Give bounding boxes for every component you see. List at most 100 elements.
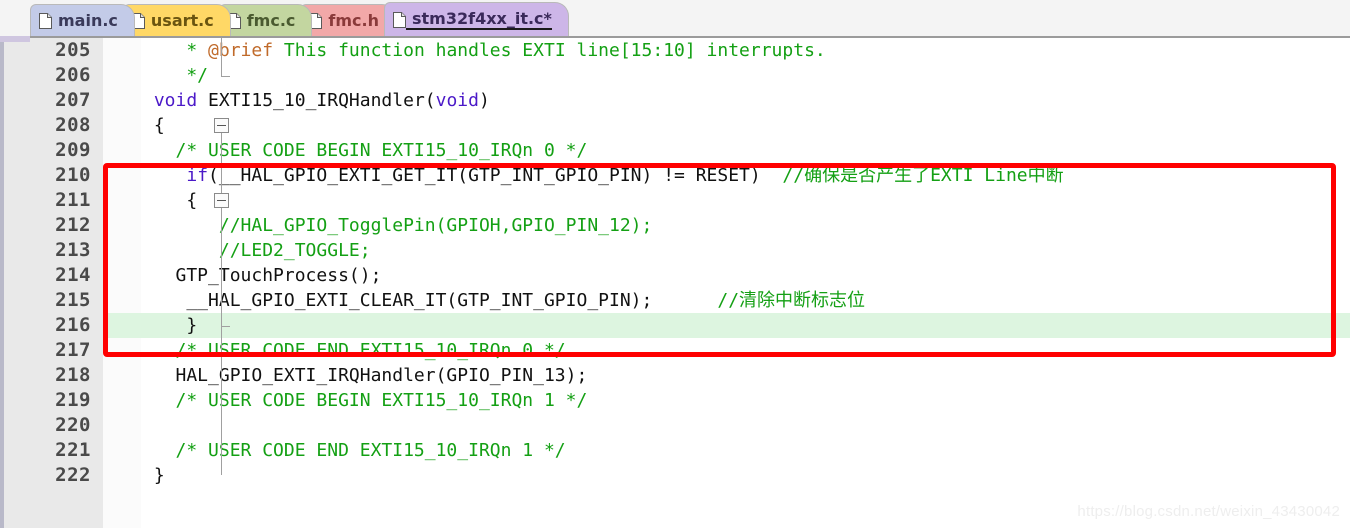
code-line[interactable]: 205 * @brief This function handles EXTI … [3,38,1350,63]
code-token: void [153,90,198,111]
code-token: //清除中断标志位 [717,290,866,311]
tab-main-c[interactable]: main.c [30,4,135,36]
fold-collapse-toggle[interactable] [214,193,229,208]
line-number: 206 [55,64,91,86]
code-token: //LED2_TOGGLE; [143,240,371,261]
code-token: /* USER CODE END EXTI15_10_IRQn 1 */ [143,440,566,461]
code-token: { [143,190,198,211]
code-text: * @brief This function handles EXTI line… [141,38,1350,63]
tab-fmc-c[interactable]: fmc.c [218,4,313,36]
code-token: } [143,315,198,336]
code-token: } [143,465,165,486]
code-line[interactable]: 211 { [3,188,1350,213]
code-text: /* USER CODE BEGIN EXTI15_10_IRQn 0 */ [141,138,1350,163]
code-text: void EXTI15_10_IRQHandler(void) [141,88,1350,113]
code-token: //确保是否产生了EXTI Line中断 [782,165,1064,186]
code-line[interactable]: 220 [3,413,1350,438]
code-editor[interactable]: 205 * @brief This function handles EXTI … [0,38,1350,528]
code-token: EXTI15_10_IRQHandler( [197,90,436,111]
code-token: /* USER CODE END EXTI15_10_IRQn 0 */ [143,340,566,361]
tab-label: fmc.c [246,11,296,30]
code-text: __HAL_GPIO_EXTI_CLEAR_IT(GTP_INT_GPIO_PI… [141,288,1350,313]
line-number: 214 [55,264,91,286]
tab-usart-c[interactable]: usart.c [122,4,231,36]
file-icon [39,12,52,29]
tab-label: usart.c [150,11,214,30]
code-text: //HAL_GPIO_TogglePin(GPIOH,GPIO_PIN_12); [141,213,1350,238]
line-number: 222 [55,464,91,486]
code-line[interactable]: 214 GTP_TouchProcess(); [3,263,1350,288]
editor-left-rail [0,38,4,528]
code-line[interactable]: 206 */ [3,63,1350,88]
line-number: 215 [55,289,91,311]
tab-label: stm32f4xx_it.c* [406,9,552,30]
code-text: } [141,313,1350,338]
code-line[interactable]: 212 //HAL_GPIO_TogglePin(GPIOH,GPIO_PIN_… [3,213,1350,238]
watermark-text: https://blog.csdn.net/weixin_43430042 [1077,503,1340,520]
line-number: 208 [55,114,91,136]
code-token: ) [478,90,490,111]
code-line[interactable]: 216 } [3,313,1350,338]
code-text: { [141,113,1350,138]
fold-guide-line [221,127,222,475]
code-text: { [141,188,1350,213]
code-token: (__HAL_GPIO_EXTI_GET_IT(GTP_INT_GPIO_PIN… [208,165,783,186]
line-number: 218 [55,364,91,386]
code-token: //HAL_GPIO_TogglePin(GPIOH,GPIO_PIN_12); [143,215,653,236]
code-line[interactable]: 215 __HAL_GPIO_EXTI_CLEAR_IT(GTP_INT_GPI… [3,288,1350,313]
editor-tab-bar: main.c usart.c fmc.c fmc.h stm32f4xx_it.c* [0,0,1350,38]
code-token: * [143,40,209,61]
line-number: 207 [55,89,91,111]
code-token: { [143,115,165,136]
code-line[interactable]: 208 { [3,113,1350,138]
code-text: */ [141,63,1350,88]
code-token: HAL_GPIO_EXTI_IRQHandler(GPIO_PIN_13); [143,365,588,386]
code-text: /* USER CODE BEGIN EXTI15_10_IRQn 1 */ [141,388,1350,413]
code-line[interactable]: 209 /* USER CODE BEGIN EXTI15_10_IRQn 0 … [3,138,1350,163]
code-token: GTP_TouchProcess(); [143,265,382,286]
code-text: //LED2_TOGGLE; [141,238,1350,263]
code-text: GTP_TouchProcess(); [141,263,1350,288]
tab-label: fmc.h [328,11,379,30]
code-line[interactable]: 221 /* USER CODE END EXTI15_10_IRQn 1 */ [3,438,1350,463]
code-token: */ [143,65,209,86]
ide-window: main.c usart.c fmc.c fmc.h stm32f4xx_it.c* 2… [0,0,1350,528]
line-number: 211 [55,189,91,211]
line-number: 212 [55,214,91,236]
code-line[interactable]: 218 HAL_GPIO_EXTI_IRQHandler(GPIO_PIN_13… [3,363,1350,388]
code-token: This function handles EXTI line[15:10] i… [273,40,826,61]
tab-fmc-h[interactable]: fmc.h [300,4,396,36]
line-number: 216 [55,314,91,336]
code-text: HAL_GPIO_EXTI_IRQHandler(GPIO_PIN_13); [141,363,1350,388]
code-line[interactable]: 219 /* USER CODE BEGIN EXTI15_10_IRQn 1 … [3,388,1350,413]
code-line[interactable]: 213 //LED2_TOGGLE; [3,238,1350,263]
code-text: /* USER CODE END EXTI15_10_IRQn 1 */ [141,438,1350,463]
line-number: 221 [55,439,91,461]
fold-region-end-marker [221,76,230,77]
fold-collapse-toggle[interactable] [214,118,229,133]
line-number: 217 [55,339,91,361]
tab-stm32f4xx-it-c-[interactable]: stm32f4xx_it.c* [384,2,569,36]
line-number: 209 [55,139,91,161]
code-line[interactable]: 222 } [3,463,1350,488]
code-line[interactable]: 210 if(__HAL_GPIO_EXTI_GET_IT(GTP_INT_GP… [3,163,1350,188]
code-text: } [141,463,1350,488]
code-token: if [186,165,209,186]
code-token: /* USER CODE BEGIN EXTI15_10_IRQn 0 */ [143,140,588,161]
code-text: /* USER CODE END EXTI15_10_IRQn 0 */ [141,338,1350,363]
tab-strip-left-filler [0,36,30,42]
code-lines[interactable]: 205 * @brief This function handles EXTI … [3,38,1350,488]
code-line[interactable]: 207 void EXTI15_10_IRQHandler(void) [3,88,1350,113]
line-number: 220 [55,414,91,436]
fold-guide-line [221,38,222,76]
line-number: 219 [55,389,91,411]
code-token: @brief [208,40,274,61]
code-token: /* USER CODE BEGIN EXTI15_10_IRQn 1 */ [143,390,588,411]
line-number: 213 [55,239,91,261]
code-line[interactable]: 217 /* USER CODE END EXTI15_10_IRQn 0 */ [3,338,1350,363]
tab-label: main.c [58,11,118,30]
code-token: void [435,90,479,111]
